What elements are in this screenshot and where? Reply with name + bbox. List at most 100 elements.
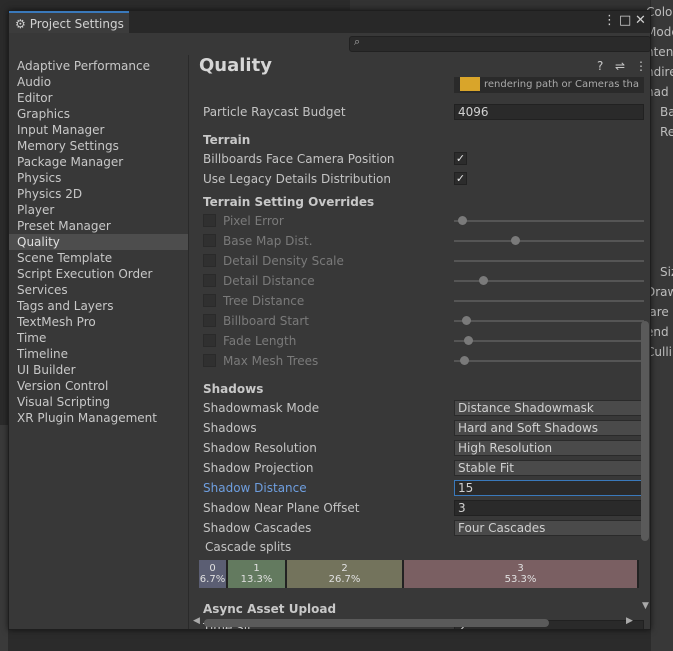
shadowmask-mode-label: Shadowmask Mode xyxy=(203,401,320,415)
background-inspector-label: Ba xyxy=(660,105,673,119)
background-inspector-label: Siz xyxy=(660,265,673,279)
background-inspector-label: Re xyxy=(660,125,673,139)
particle-raycast-budget-label: Particle Raycast Budget xyxy=(203,105,346,119)
search-icon: ⌕ xyxy=(354,35,361,48)
shadow-cascades-dropdown[interactable]: Four Cascades xyxy=(454,520,644,536)
override-slider-knob[interactable] xyxy=(461,316,471,325)
particle-raycast-budget-field[interactable]: 4096 xyxy=(454,104,644,120)
override-slider-track[interactable] xyxy=(454,220,644,222)
preset-icon[interactable]: ⇌ xyxy=(615,59,625,73)
rendering-warning: rendering path or Cameras tha xyxy=(454,77,644,93)
sidebar-item-visual-scripting[interactable]: Visual Scripting xyxy=(9,394,188,410)
sidebar-item-editor[interactable]: Editor xyxy=(9,90,188,106)
override-slider-knob[interactable] xyxy=(463,336,473,345)
scroll-left-arrow[interactable]: ◀ xyxy=(193,616,200,626)
cascade-split-segment[interactable]: 1 13.3% xyxy=(228,560,287,588)
more-options-icon[interactable]: ⋮ xyxy=(603,13,616,28)
maximize-icon[interactable]: □ xyxy=(619,13,631,28)
sidebar-item-physics[interactable]: Physics xyxy=(9,170,188,186)
cascade-percent: 13.3% xyxy=(240,574,273,585)
cascade-percent: 26.7% xyxy=(328,574,361,585)
vertical-scrollbar[interactable] xyxy=(641,321,649,541)
shadow-resolution-dropdown[interactable]: High Resolution xyxy=(454,440,644,456)
help-icon[interactable]: ? xyxy=(597,59,603,73)
sidebar-item-timeline[interactable]: Timeline xyxy=(9,346,188,362)
override-checkbox[interactable] xyxy=(203,334,216,347)
sidebar-item-memory-settings[interactable]: Memory Settings xyxy=(9,138,188,154)
override-slider-track[interactable] xyxy=(454,360,644,362)
sidebar-item-adaptive-performance[interactable]: Adaptive Performance xyxy=(9,58,188,74)
sidebar-item-textmesh-pro[interactable]: TextMesh Pro xyxy=(9,314,188,330)
sidebar-item-audio[interactable]: Audio xyxy=(9,74,188,90)
horizontal-scrollbar[interactable] xyxy=(204,619,549,627)
shadows-dropdown[interactable]: Hard and Soft Shadows xyxy=(454,420,644,436)
scroll-down-arrow[interactable]: ▼ xyxy=(642,601,649,611)
sidebar-item-physics-2d[interactable]: Physics 2D xyxy=(9,186,188,202)
terrain-overrides-header: Terrain Setting Overrides xyxy=(203,195,375,209)
sidebar-item-graphics[interactable]: Graphics xyxy=(9,106,188,122)
cascade-index: 1 xyxy=(253,563,260,574)
sidebar-item-scene-template[interactable]: Scene Template xyxy=(9,250,188,266)
override-checkbox[interactable] xyxy=(203,254,216,267)
override-checkbox[interactable] xyxy=(203,214,216,227)
override-checkbox[interactable] xyxy=(203,314,216,327)
override-slider-knob[interactable] xyxy=(511,236,520,245)
quality-panel: Quality ? ⇌ ⋮ rendering path or Cameras … xyxy=(189,55,650,629)
project-settings-tab[interactable]: ⚙ Project Settings xyxy=(9,11,129,35)
sidebar-item-preset-manager[interactable]: Preset Manager xyxy=(9,218,188,234)
override-checkbox[interactable] xyxy=(203,274,216,287)
override-slider-track[interactable] xyxy=(454,340,644,342)
shadow-near-plane-label: Shadow Near Plane Offset xyxy=(203,501,360,515)
sidebar-item-xr-plugin-management[interactable]: XR Plugin Management xyxy=(9,410,188,426)
search-input[interactable]: ⌕ xyxy=(349,35,650,52)
sidebar-item-player[interactable]: Player xyxy=(9,202,188,218)
sidebar-item-input-manager[interactable]: Input Manager xyxy=(9,122,188,138)
shadow-projection-label: Shadow Projection xyxy=(203,461,314,475)
legacy-details-checkbox[interactable]: ✓ xyxy=(454,172,467,185)
override-slider-knob[interactable] xyxy=(457,216,467,225)
override-slider-track[interactable] xyxy=(454,300,644,302)
shadowmask-mode-dropdown[interactable]: Distance Shadowmask xyxy=(454,400,644,416)
sidebar-item-script-execution-order[interactable]: Script Execution Order xyxy=(9,266,188,282)
override-checkbox[interactable] xyxy=(203,234,216,247)
override-slider-track[interactable] xyxy=(454,260,644,262)
shadow-distance-field[interactable]: 15 xyxy=(454,480,644,496)
title-bar: ⚙ Project Settings ⋮ □ ✕ xyxy=(9,11,650,35)
sidebar-item-services[interactable]: Services xyxy=(9,282,188,298)
billboards-face-camera-label: Billboards Face Camera Position xyxy=(203,152,395,166)
warning-text: rendering path or Cameras tha xyxy=(484,79,639,90)
override-slider-knob[interactable] xyxy=(478,276,488,285)
cascade-splits-bar[interactable]: 0 6.7% 1 13.3% 2 26.7% 3 53.3% xyxy=(199,560,639,588)
sidebar-item-ui-builder[interactable]: UI Builder xyxy=(9,362,188,378)
close-icon[interactable]: ✕ xyxy=(635,13,646,28)
shadow-near-plane-field[interactable]: 3 xyxy=(454,500,644,516)
override-slider-track[interactable] xyxy=(454,320,644,322)
cascade-index: 0 xyxy=(209,563,216,574)
cascade-split-segment[interactable]: 3 53.3% xyxy=(404,560,639,588)
terrain-header: Terrain xyxy=(203,133,251,147)
shadow-projection-dropdown[interactable]: Stable Fit xyxy=(454,460,644,476)
override-label: Detail Density Scale xyxy=(223,254,344,268)
override-checkbox[interactable] xyxy=(203,354,216,367)
scroll-right-arrow[interactable]: ▶ xyxy=(626,616,633,626)
sidebar-item-package-manager[interactable]: Package Manager xyxy=(9,154,188,170)
more-options-icon[interactable]: ⋮ xyxy=(635,59,647,73)
page-title: Quality xyxy=(199,55,272,76)
sidebar-item-tags-and-layers[interactable]: Tags and Layers xyxy=(9,298,188,314)
cascade-index: 3 xyxy=(517,563,524,574)
override-slider-knob[interactable] xyxy=(459,356,469,365)
cascade-split-segment[interactable]: 2 26.7% xyxy=(287,560,404,588)
sidebar-item-version-control[interactable]: Version Control xyxy=(9,378,188,394)
project-settings-window: ⚙ Project Settings ⋮ □ ✕ ⌕ Adaptive Perf… xyxy=(8,10,651,630)
cascade-split-segment[interactable]: 0 6.7% xyxy=(199,560,228,588)
gear-icon: ⚙ xyxy=(15,17,26,31)
cascade-percent: 53.3% xyxy=(504,574,537,585)
billboards-face-camera-checkbox[interactable]: ✓ xyxy=(454,152,467,165)
sidebar-item-quality[interactable]: Quality xyxy=(9,234,188,250)
cascade-percent: 6.7% xyxy=(199,574,226,585)
tab-title: Project Settings xyxy=(29,17,124,31)
override-slider-track[interactable] xyxy=(454,240,644,242)
override-checkbox[interactable] xyxy=(203,294,216,307)
background-left-panel xyxy=(0,425,8,651)
sidebar-item-time[interactable]: Time xyxy=(9,330,188,346)
